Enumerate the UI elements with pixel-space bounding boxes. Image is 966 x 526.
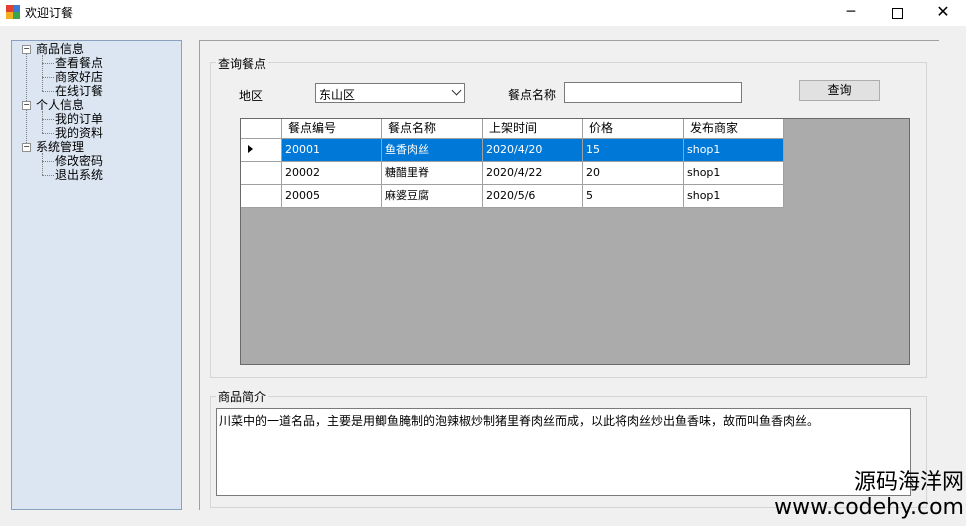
column-header-date[interactable]: 上架时间: [483, 119, 583, 139]
table-cell[interactable]: shop1: [684, 162, 784, 185]
row-header[interactable]: [241, 185, 282, 208]
column-header-id[interactable]: 餐点编号: [282, 119, 382, 139]
table-cell[interactable]: 15: [583, 139, 684, 162]
table-cell[interactable]: 2020/4/20: [483, 139, 583, 162]
column-header-name[interactable]: 餐点名称: [382, 119, 483, 139]
watermark-line2: www.codehy.com: [774, 495, 964, 520]
table-cell[interactable]: 2020/5/6: [483, 185, 583, 208]
meal-name-input[interactable]: [564, 82, 742, 103]
meal-name-label: 餐点名称: [508, 88, 557, 102]
tree-node-exit-system[interactable]: 退出系统: [55, 168, 103, 182]
minimize-button[interactable]: ─: [828, 0, 874, 26]
close-button[interactable]: ✕: [920, 0, 966, 26]
table-cell[interactable]: 麻婆豆腐: [382, 185, 483, 208]
intro-group-title: 商品简介: [216, 388, 269, 405]
expander-personal[interactable]: −: [22, 101, 31, 110]
tree-node-my-orders[interactable]: 我的订单: [55, 112, 103, 126]
table-cell[interactable]: 5: [583, 185, 684, 208]
table-cell[interactable]: 鱼香肉丝: [382, 139, 483, 162]
expander-goods[interactable]: −: [22, 45, 31, 54]
tree-node-goods-info[interactable]: 商品信息: [36, 42, 84, 56]
tree-node-view-meals[interactable]: 查看餐点: [55, 56, 103, 70]
table-cell[interactable]: 20002: [282, 162, 382, 185]
search-button[interactable]: 查询: [799, 80, 880, 101]
title-bar: 欢迎订餐 ─ ✕: [0, 0, 966, 26]
tree-node-system-admin[interactable]: 系统管理: [36, 140, 84, 154]
tree-node-good-shops[interactable]: 商家好店: [55, 70, 103, 84]
region-select-value: 东山区: [319, 88, 356, 102]
expander-system[interactable]: −: [22, 143, 31, 152]
maximize-icon: [891, 8, 903, 19]
table-cell[interactable]: 糖醋里脊: [382, 162, 483, 185]
table-cell[interactable]: 20001: [282, 139, 382, 162]
tree-node-order-online[interactable]: 在线订餐: [55, 84, 103, 98]
column-header-price[interactable]: 价格: [583, 119, 684, 139]
app-icon: [6, 5, 20, 19]
current-row-icon: [248, 145, 253, 153]
row-header[interactable]: [241, 162, 282, 185]
table-cell[interactable]: 20005: [282, 185, 382, 208]
tree-node-change-password[interactable]: 修改密码: [55, 154, 103, 168]
table-cell[interactable]: 20: [583, 162, 684, 185]
row-header[interactable]: [241, 139, 282, 162]
window-title: 欢迎订餐: [25, 6, 74, 20]
column-header-shop[interactable]: 发布商家: [684, 119, 784, 139]
tree-node-my-profile[interactable]: 我的资料: [55, 126, 103, 140]
table-cell[interactable]: 2020/4/22: [483, 162, 583, 185]
tree-node-personal-info[interactable]: 个人信息: [36, 98, 84, 112]
site-watermark: 源码海洋网 www.codehy.com: [760, 470, 964, 520]
region-select[interactable]: 东山区: [315, 83, 465, 103]
meals-grid[interactable]: 餐点编号 餐点名称 上架时间 价格 发布商家 20001 鱼香肉丝 2020/4…: [240, 118, 910, 365]
chevron-down-icon: [451, 85, 462, 96]
nav-tree[interactable]: − 商品信息 查看餐点 商家好店 在线订餐 − 个人信息 我的订单 我的资料 −…: [11, 40, 182, 510]
query-group-title: 查询餐点: [216, 55, 269, 72]
grid-corner: [241, 119, 282, 139]
region-label: 地区: [239, 89, 264, 103]
watermark-line1: 源码海洋网: [853, 470, 964, 495]
table-cell[interactable]: shop1: [684, 185, 784, 208]
maximize-button[interactable]: [874, 0, 920, 26]
table-cell[interactable]: shop1: [684, 139, 784, 162]
